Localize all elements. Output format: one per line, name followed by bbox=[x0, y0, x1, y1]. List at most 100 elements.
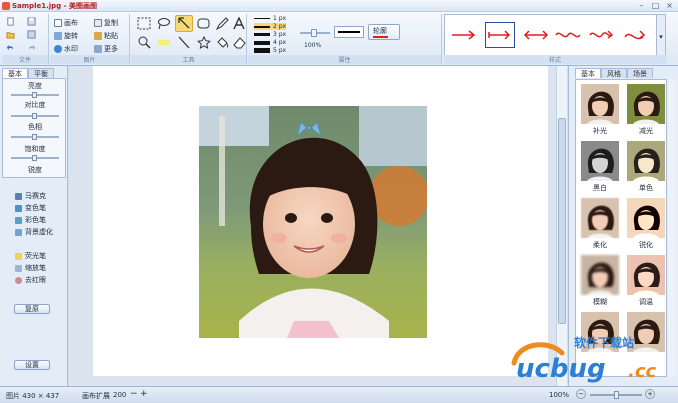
pointer-tool[interactable] bbox=[175, 15, 193, 32]
reset-button[interactable]: 复原 bbox=[14, 304, 50, 314]
zoom-tool[interactable] bbox=[135, 34, 153, 51]
color-change-icon bbox=[15, 204, 22, 212]
minimize-button[interactable]: – bbox=[635, 1, 648, 11]
hue-label: 色相 bbox=[28, 123, 42, 131]
line-2px-swatch bbox=[254, 25, 270, 28]
tab-balance[interactable]: 平衡 bbox=[28, 68, 54, 78]
effect-item[interactable]: 模糊 bbox=[579, 253, 621, 307]
line-tool[interactable] bbox=[175, 34, 193, 51]
effect-thumbnail bbox=[627, 255, 665, 295]
star-icon bbox=[197, 36, 211, 49]
brightness-thumb[interactable] bbox=[32, 92, 37, 98]
effect-item[interactable]: 补光 bbox=[579, 82, 621, 136]
text-tool[interactable] bbox=[230, 15, 248, 32]
line-width-4[interactable]: 4 px bbox=[254, 39, 286, 46]
effect-item[interactable]: 调温 bbox=[625, 253, 666, 307]
style-wave[interactable] bbox=[553, 22, 583, 48]
star-tool[interactable] bbox=[195, 34, 213, 51]
red-eye-pen[interactable]: 去红眼 bbox=[15, 275, 46, 285]
curve-arrow-icon bbox=[624, 30, 646, 40]
line-width-5[interactable]: 5 px bbox=[254, 47, 286, 54]
fill-bucket-tool[interactable] bbox=[213, 34, 231, 51]
effect-thumbnail bbox=[581, 141, 619, 181]
pen-tool[interactable] bbox=[213, 15, 231, 32]
stroke-preview-icon bbox=[338, 31, 360, 33]
rotate-button[interactable]: 旋转 bbox=[54, 30, 78, 42]
paste-button[interactable]: 粘贴 bbox=[94, 30, 118, 42]
scale-pen[interactable]: 缩放笔 bbox=[15, 263, 46, 273]
effect-item[interactable]: 单色 bbox=[625, 139, 666, 193]
redo-icon[interactable] bbox=[27, 43, 36, 52]
canvas-button[interactable]: 画布 bbox=[54, 17, 78, 29]
tab-basic[interactable]: 基本 bbox=[2, 68, 28, 78]
saturation-thumb[interactable] bbox=[32, 155, 37, 161]
mosaic-icon bbox=[15, 192, 22, 200]
lasso-tool[interactable] bbox=[155, 15, 173, 32]
line-width-3[interactable]: 3 px bbox=[254, 31, 286, 38]
line-4px-swatch bbox=[254, 40, 270, 45]
copy-icon bbox=[94, 19, 102, 27]
title-bar: Sample1.jpg - 美图画图 – □ × bbox=[0, 0, 678, 12]
maximize-button[interactable]: □ bbox=[649, 1, 662, 11]
tab-effects-basic[interactable]: 基本 bbox=[575, 68, 601, 78]
opacity-slider-thumb[interactable] bbox=[311, 29, 317, 37]
style-wave-arrow[interactable] bbox=[587, 22, 617, 48]
new-file-icon[interactable] bbox=[6, 17, 15, 26]
stroke-style-picker[interactable] bbox=[334, 26, 364, 38]
contrast-thumb[interactable] bbox=[32, 113, 37, 119]
effect-label: 减光 bbox=[639, 127, 653, 135]
tools-group: 工具 bbox=[131, 14, 247, 64]
watermark-button[interactable]: 水印 bbox=[54, 43, 78, 55]
hue-thumb[interactable] bbox=[32, 134, 37, 140]
style-arrow-right[interactable] bbox=[449, 22, 479, 48]
highlighter-icon bbox=[15, 252, 22, 260]
effect-item[interactable]: 锐化 bbox=[625, 196, 666, 250]
line-width-2[interactable]: 2 px bbox=[254, 23, 287, 30]
shape-tool[interactable] bbox=[195, 15, 213, 32]
color-pen[interactable]: 彩色笔 bbox=[15, 215, 46, 225]
line-1px-swatch bbox=[254, 18, 270, 19]
arrow-bar-icon bbox=[488, 30, 511, 40]
canvas-paper[interactable] bbox=[93, 66, 548, 376]
color-change-pen[interactable]: 变色笔 bbox=[15, 203, 46, 213]
blur-icon bbox=[15, 228, 22, 236]
tab-effects-style[interactable]: 风格 bbox=[601, 68, 627, 78]
copy-button[interactable]: 复制 bbox=[94, 17, 118, 29]
highlight-tool[interactable] bbox=[155, 34, 173, 51]
effect-item[interactable]: 柔化 bbox=[579, 196, 621, 250]
photo-image[interactable] bbox=[199, 106, 427, 338]
save-icon[interactable] bbox=[27, 17, 36, 26]
style-double-arrow[interactable] bbox=[521, 22, 551, 48]
image-group: 画布 旋转 水印 复制 粘贴 更多 图片 bbox=[50, 14, 130, 64]
zoom-in-icon[interactable]: + bbox=[645, 389, 655, 399]
style-arrow-bar[interactable] bbox=[485, 22, 515, 48]
color-pen-icon bbox=[15, 216, 22, 224]
background-blur-pen[interactable]: 背景虚化 bbox=[15, 227, 53, 237]
gallery-more-icon[interactable]: ▾ bbox=[656, 15, 665, 60]
canvas-minus-icon[interactable]: − bbox=[130, 389, 138, 399]
scroll-thumb[interactable] bbox=[558, 118, 566, 324]
watermark-brand: ucbug bbox=[516, 354, 606, 383]
lasso-icon bbox=[158, 18, 170, 30]
canvas-plus-icon[interactable]: + bbox=[140, 389, 148, 399]
line-width-1[interactable]: 1 px bbox=[254, 15, 286, 22]
outline-button[interactable]: 轮廓 bbox=[368, 24, 400, 40]
eraser-tool[interactable] bbox=[230, 34, 248, 51]
more-button[interactable]: 更多 bbox=[94, 43, 118, 55]
rect-select-tool[interactable] bbox=[135, 15, 153, 32]
zoom-out-icon[interactable]: − bbox=[576, 389, 586, 399]
tab-effects-scene[interactable]: 场景 bbox=[627, 68, 653, 78]
outline-color-swatch bbox=[373, 36, 388, 38]
close-button[interactable]: × bbox=[663, 1, 676, 11]
zoom-slider-thumb[interactable] bbox=[614, 391, 619, 399]
mosaic-pen[interactable]: 马赛克 bbox=[15, 191, 46, 201]
open-folder-icon[interactable] bbox=[6, 30, 15, 39]
undo-icon[interactable] bbox=[6, 43, 15, 52]
settings-button[interactable]: 设置 bbox=[14, 360, 50, 370]
style-curve-arrow[interactable] bbox=[621, 22, 651, 48]
highlighter-pen[interactable]: 荧光笔 bbox=[15, 251, 46, 261]
effect-item[interactable]: 减光 bbox=[625, 82, 666, 136]
line-icon bbox=[178, 36, 190, 49]
save-as-icon[interactable] bbox=[27, 30, 36, 39]
effect-item[interactable]: 黑白 bbox=[579, 139, 621, 193]
